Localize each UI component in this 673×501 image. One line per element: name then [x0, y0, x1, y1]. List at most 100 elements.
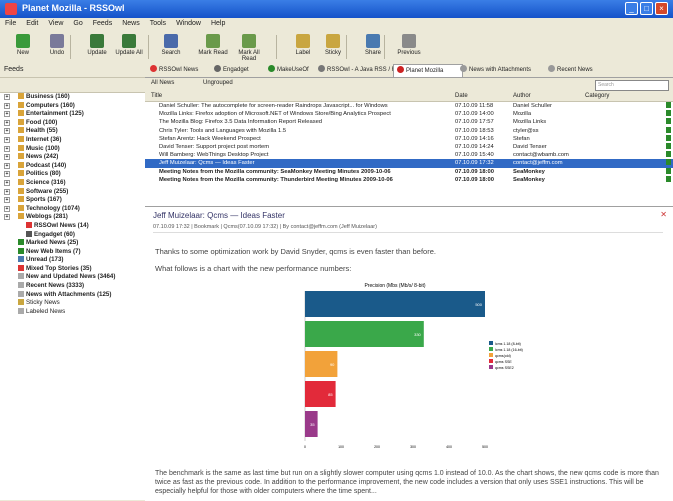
toolbar-button-7[interactable]: Label — [286, 33, 320, 61]
col-author[interactable]: Author — [513, 92, 531, 101]
feed-tree-item[interactable]: Mixed Top Stories (35) — [0, 264, 145, 274]
expand-icon[interactable]: + — [4, 94, 10, 100]
toolbar-button-0[interactable]: New — [6, 33, 40, 61]
sticky-icon[interactable] — [666, 151, 671, 158]
expand-icon[interactable]: + — [4, 197, 10, 204]
news-row[interactable]: Stefan Arentz: Hack Weekend Prospect 07.1… — [145, 134, 673, 143]
expand-icon[interactable]: + — [4, 145, 10, 152]
news-row[interactable]: Meeting Notes from the Mozilla community… — [145, 175, 673, 184]
toolbar-button-2[interactable]: Update — [80, 33, 114, 61]
close-reader-icon[interactable]: ✕ — [660, 210, 667, 219]
menu-7[interactable]: Window — [171, 18, 206, 29]
menu-1[interactable]: Edit — [21, 18, 43, 29]
feed-tree-item[interactable]: Engadget (60) — [0, 230, 145, 240]
news-row[interactable]: David Tenser: Support project post morte… — [145, 142, 673, 151]
expand-icon[interactable]: + — [4, 179, 10, 186]
news-row[interactable]: Jeff Muizelaar: Qcms — Ideas Faster 07.10… — [145, 159, 673, 168]
expand-icon[interactable]: + — [4, 128, 10, 135]
sticky-icon[interactable] — [666, 126, 671, 133]
feed-tree-item[interactable]: + Food (100) — [0, 118, 145, 128]
tab-0[interactable]: RSSOwl News — [147, 64, 215, 76]
sticky-icon[interactable] — [666, 110, 671, 117]
sticky-icon[interactable] — [666, 142, 671, 149]
feed-tree-item[interactable]: News with Attachments (125) — [0, 290, 145, 300]
feed-tree-item[interactable]: + Technology (1074) — [0, 204, 145, 214]
menu-5[interactable]: News — [117, 18, 145, 29]
sticky-icon[interactable] — [666, 167, 671, 174]
feed-tree-label: Mixed Top Stories (35) — [26, 264, 92, 272]
feed-tree-item[interactable]: + Software (255) — [0, 187, 145, 197]
tab-6[interactable]: Recent News — [545, 64, 611, 76]
toolbar-button-6[interactable]: Mark All Read — [232, 33, 266, 62]
feed-tree-item[interactable]: + Podcast (140) — [0, 161, 145, 171]
toolbar-button-3[interactable]: Update All — [112, 33, 146, 61]
expand-icon[interactable]: + — [4, 119, 10, 126]
expand-icon[interactable]: + — [4, 154, 10, 161]
feed-tree-item[interactable]: Recent News (3333) — [0, 282, 145, 291]
feed-tree-item[interactable]: + Internet (36) — [0, 135, 145, 145]
tab-2[interactable]: MakeUseOf — [265, 64, 319, 76]
feed-tree-item[interactable]: New Web Items (7) — [0, 247, 145, 257]
menu-0[interactable]: File — [0, 18, 21, 29]
article-title[interactable]: Jeff Muizelaar: Qcms — Ideas Faster — [153, 211, 285, 220]
news-row[interactable]: Will Bamberg: WebThings Desktop Project 0… — [145, 151, 673, 159]
filter-group-select[interactable]: Ungrouped — [203, 80, 233, 86]
search-input[interactable]: Search — [595, 80, 669, 91]
feed-tree-item[interactable]: Unread (173) — [0, 256, 145, 265]
toolbar-button-1[interactable]: Undo — [40, 33, 74, 61]
expand-icon[interactable]: + — [4, 188, 10, 195]
expand-icon[interactable]: + — [4, 205, 10, 212]
feed-tree-item[interactable]: + Business (160) — [0, 93, 145, 102]
feed-tree-item[interactable]: + Weblogs (281) — [0, 213, 145, 222]
feed-tree-item[interactable]: Sticky News — [0, 299, 145, 308]
minimize-button[interactable]: _ — [625, 2, 638, 15]
news-row[interactable]: Chris Tyler: Tools and Languages with Mo… — [145, 126, 673, 135]
tab-3[interactable]: RSSOwl - A Java RSS / R... — [315, 64, 397, 76]
menu-4[interactable]: Feeds — [88, 18, 117, 29]
close-button[interactable]: × — [655, 2, 668, 15]
expand-icon[interactable]: + — [4, 111, 10, 118]
col-date[interactable]: Date — [455, 92, 468, 101]
sticky-icon[interactable] — [666, 175, 671, 182]
expand-icon[interactable]: + — [4, 136, 10, 143]
col-category[interactable]: Category — [585, 92, 609, 101]
toolbar-button-4[interactable]: Search — [154, 33, 188, 61]
news-row[interactable]: The Mozilla Blog: Firefox 3.5 Data Infor… — [145, 118, 673, 126]
expand-icon[interactable]: + — [4, 162, 10, 169]
expand-icon[interactable]: + — [4, 171, 10, 178]
toolbar-button-10[interactable]: Previous — [392, 33, 426, 61]
sticky-icon[interactable] — [666, 134, 671, 141]
feed-tree-item[interactable]: + Health (55) — [0, 127, 145, 136]
tab-1[interactable]: Engadget — [211, 64, 269, 76]
expand-icon[interactable]: + — [4, 102, 10, 109]
feed-tree-item[interactable]: + Science (316) — [0, 178, 145, 188]
filter-show-select[interactable]: All News — [151, 80, 174, 86]
news-row[interactable]: Meeting Notes from the Mozilla community… — [145, 167, 673, 176]
feed-tree-item[interactable]: Labeled News — [0, 307, 145, 317]
toolbar-button-8[interactable]: Sticky — [316, 33, 350, 61]
feed-tree-item[interactable]: RSSOwl News (14) — [0, 221, 145, 231]
sticky-icon[interactable] — [666, 159, 671, 166]
feed-tree-item[interactable]: + News (242) — [0, 153, 145, 162]
feed-tree-item[interactable]: Marked News (25) — [0, 239, 145, 248]
menu-8[interactable]: Help — [206, 18, 230, 29]
feed-tree-item[interactable]: + Music (100) — [0, 144, 145, 154]
maximize-button[interactable]: □ — [640, 2, 653, 15]
feed-tree-item[interactable]: + Politics (80) — [0, 170, 145, 179]
toolbar-button-5[interactable]: Mark Read — [196, 33, 230, 61]
tab-5[interactable]: News with Attachments — [457, 64, 549, 76]
sticky-icon[interactable] — [666, 118, 671, 125]
col-title[interactable]: Title — [151, 92, 162, 101]
feed-tree-item[interactable]: + Sports (167) — [0, 196, 145, 205]
news-row[interactable]: Daniel Schuller: The autocomplete for sc… — [145, 102, 673, 110]
news-row[interactable]: Mozilla Links: Firefox adoption of Micro… — [145, 110, 673, 118]
tab-4[interactable]: Planet Mozilla — [393, 64, 463, 77]
menu-2[interactable]: View — [43, 18, 68, 29]
sticky-icon[interactable] — [666, 102, 671, 108]
feed-tree-item[interactable]: + Entertainment (125) — [0, 110, 145, 119]
feed-tree-item[interactable]: + Computers (160) — [0, 101, 145, 111]
menu-3[interactable]: Go — [68, 18, 87, 29]
feed-tree-item[interactable]: New and Updated News (3464) — [0, 273, 145, 282]
expand-icon[interactable]: + — [4, 214, 10, 221]
menu-6[interactable]: Tools — [145, 18, 171, 29]
